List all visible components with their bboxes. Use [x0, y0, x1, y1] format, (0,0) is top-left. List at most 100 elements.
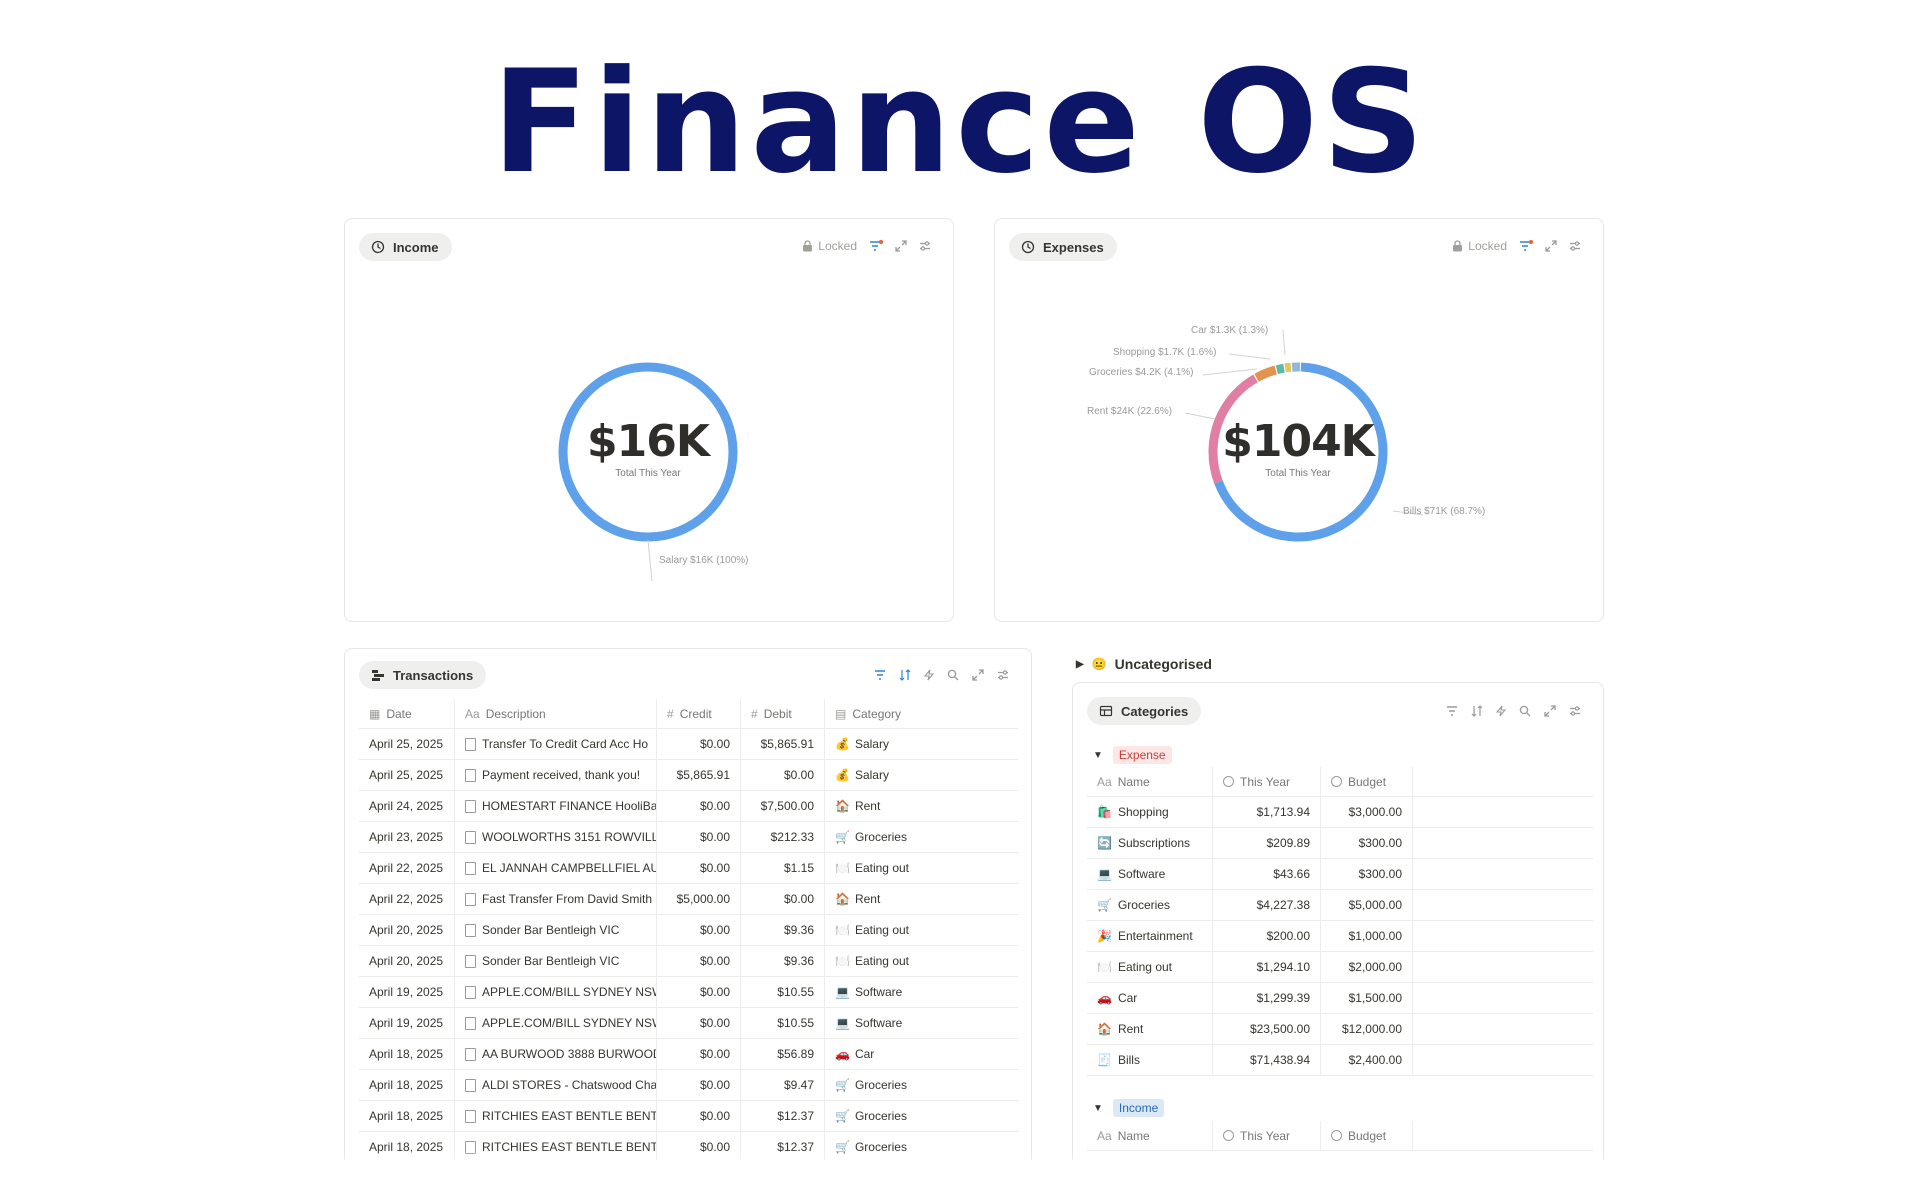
col-header-budget[interactable]: Budget — [1321, 1121, 1413, 1150]
cell-this-year[interactable]: $4,227.38 — [1213, 890, 1321, 920]
cell-credit[interactable]: $0.00 — [657, 915, 741, 945]
table-row[interactable]: April 19, 2025 APPLE.COM/BILL SYDNEY NSW $… — [359, 977, 1019, 1008]
cell-category[interactable]: 💻 Software — [825, 977, 989, 1007]
cell-credit[interactable]: $0.00 — [657, 729, 741, 759]
cell-budget[interactable]: $1,000.00 — [1321, 921, 1413, 951]
table-row[interactable]: 💻 Software $43.66 $300.00 — [1087, 859, 1593, 890]
expand-icon[interactable] — [895, 240, 907, 252]
cell-budget[interactable]: $300.00 — [1321, 828, 1413, 858]
col-header-budget[interactable]: Budget — [1321, 767, 1413, 796]
table-row[interactable]: April 20, 2025 Sonder Bar Bentleigh VIC $0… — [359, 946, 1019, 977]
cell-description[interactable]: APPLE.COM/BILL SYDNEY NSW — [455, 1008, 657, 1038]
settings-sliders-icon[interactable] — [1569, 705, 1581, 717]
search-icon[interactable] — [1519, 705, 1531, 717]
cell-date[interactable]: April 19, 2025 — [359, 1008, 455, 1038]
cell-name[interactable]: 🏠 Rent — [1087, 1014, 1213, 1044]
col-header-date[interactable]: ▦ Date — [359, 699, 455, 728]
table-row[interactable]: April 22, 2025 EL JANNAH CAMPBELLFIEL AU $… — [359, 853, 1019, 884]
sort-icon[interactable] — [899, 669, 911, 681]
cell-category[interactable]: 🛒 Groceries — [825, 1070, 989, 1100]
transactions-view-tab[interactable]: Transactions — [359, 661, 487, 689]
cell-debit[interactable]: $0.00 — [741, 884, 825, 914]
cell-credit[interactable]: $0.00 — [657, 977, 741, 1007]
table-row[interactable]: April 25, 2025 Payment received, thank yo… — [359, 760, 1019, 791]
table-row[interactable]: 🛒 Groceries $4,227.38 $5,000.00 — [1087, 890, 1593, 921]
filter-icon[interactable] — [1446, 705, 1458, 717]
expand-icon[interactable] — [1544, 705, 1556, 717]
cell-budget[interactable]: $300.00 — [1321, 859, 1413, 889]
col-header-debit[interactable]: # Debit — [741, 699, 825, 728]
cell-date[interactable]: April 18, 2025 — [359, 1039, 455, 1069]
table-row[interactable]: April 20, 2025 Sonder Bar Bentleigh VIC $0… — [359, 915, 1019, 946]
settings-sliders-icon[interactable] — [919, 240, 931, 252]
cell-date[interactable]: April 20, 2025 — [359, 915, 455, 945]
cell-this-year[interactable]: $43.66 — [1213, 859, 1321, 889]
cell-debit[interactable]: $9.47 — [741, 1070, 825, 1100]
cell-name[interactable]: 🍽️ Eating out — [1087, 952, 1213, 982]
cell-category[interactable]: 🍽️ Eating out — [825, 946, 989, 976]
cell-credit[interactable]: $5,000.00 — [657, 884, 741, 914]
search-icon[interactable] — [947, 669, 959, 681]
expand-icon[interactable] — [972, 669, 984, 681]
cell-description[interactable]: Transfer To Credit Card Acc Ho — [455, 729, 657, 759]
cell-category[interactable]: 🏠 Rent — [825, 884, 989, 914]
cell-category[interactable]: 🚗 Car — [825, 1039, 989, 1069]
cell-debit[interactable]: $1.15 — [741, 853, 825, 883]
table-row[interactable]: April 23, 2025 WOOLWORTHS 3151 ROWVILL $0.… — [359, 822, 1019, 853]
table-row[interactable]: April 18, 2025 ALDI STORES - Chatswood Ch… — [359, 1070, 1019, 1101]
filter-icon[interactable] — [869, 240, 883, 252]
table-row[interactable]: April 25, 2025 Transfer To Credit Card Ac… — [359, 729, 1019, 760]
cell-debit[interactable]: $10.55 — [741, 977, 825, 1007]
cell-category[interactable]: 🍽️ Eating out — [825, 853, 989, 883]
cell-budget[interactable]: $1,500.00 — [1321, 983, 1413, 1013]
cell-date[interactable]: April 18, 2025 — [359, 1101, 455, 1131]
cell-credit[interactable]: $0.00 — [657, 853, 741, 883]
cell-category[interactable]: 🛒 Groceries — [825, 1101, 989, 1131]
col-header-name[interactable]: Aa Name — [1087, 767, 1213, 796]
income-view-tab[interactable]: Income — [359, 233, 452, 261]
cell-category[interactable]: 💰 Salary — [825, 760, 989, 790]
cell-debit[interactable]: $10.55 — [741, 1008, 825, 1038]
cell-category[interactable]: 💰 Salary — [825, 729, 989, 759]
cell-this-year[interactable]: $200.00 — [1213, 921, 1321, 951]
sort-icon[interactable] — [1471, 705, 1483, 717]
cell-credit[interactable]: $0.00 — [657, 791, 741, 821]
cell-budget[interactable]: $12,000.00 — [1321, 1014, 1413, 1044]
cell-this-year[interactable]: $1,299.39 — [1213, 983, 1321, 1013]
table-row[interactable]: 🛍️ Shopping $1,713.94 $3,000.00 — [1087, 797, 1593, 828]
cell-debit[interactable]: $5,865.91 — [741, 729, 825, 759]
locked-indicator[interactable]: Locked — [802, 239, 857, 253]
cell-category[interactable]: 🍽️ Eating out — [825, 915, 989, 945]
uncategorised-toggle[interactable]: ▶ 😐 Uncategorised — [1076, 656, 1212, 672]
cell-debit[interactable]: $9.36 — [741, 915, 825, 945]
table-row[interactable]: April 18, 2025 AA BURWOOD 3888 BURWOOD $0.… — [359, 1039, 1019, 1070]
cell-description[interactable]: Payment received, thank you! — [455, 760, 657, 790]
cell-credit[interactable]: $0.00 — [657, 946, 741, 976]
col-header-category[interactable]: ▤ Category — [825, 699, 989, 728]
cell-debit[interactable]: $7,500.00 — [741, 791, 825, 821]
cell-date[interactable]: April 25, 2025 — [359, 760, 455, 790]
cell-description[interactable]: Fast Transfer From David Smith — [455, 884, 657, 914]
cell-name[interactable]: 💻 Software — [1087, 859, 1213, 889]
filter-icon[interactable] — [874, 669, 886, 681]
income-group-toggle[interactable]: ▼ Income — [1093, 1099, 1165, 1117]
table-row[interactable]: 🏠 Rent $23,500.00 $12,000.00 — [1087, 1014, 1593, 1045]
cell-budget[interactable]: $2,400.00 — [1321, 1045, 1413, 1075]
settings-sliders-icon[interactable] — [997, 669, 1009, 681]
cell-this-year[interactable]: $1,294.10 — [1213, 952, 1321, 982]
col-header-this-year[interactable]: This Year — [1213, 1121, 1321, 1150]
table-row[interactable]: 🧾 Bills $71,438.94 $2,400.00 — [1087, 1045, 1593, 1076]
categories-view-tab[interactable]: Categories — [1087, 697, 1202, 725]
automation-bolt-icon[interactable] — [924, 669, 934, 681]
cell-credit[interactable]: $0.00 — [657, 1039, 741, 1069]
cell-credit[interactable]: $0.00 — [657, 1101, 741, 1131]
cell-name[interactable]: 🚗 Car — [1087, 983, 1213, 1013]
cell-this-year[interactable]: $1,713.94 — [1213, 797, 1321, 827]
cell-debit[interactable]: $9.36 — [741, 946, 825, 976]
col-header-name[interactable]: Aa Name — [1087, 1121, 1213, 1150]
cell-date[interactable]: April 19, 2025 — [359, 977, 455, 1007]
table-row[interactable]: 🔄 Subscriptions $209.89 $300.00 — [1087, 828, 1593, 859]
cell-budget[interactable]: $3,000.00 — [1321, 797, 1413, 827]
cell-budget[interactable]: $5,000.00 — [1321, 890, 1413, 920]
cell-name[interactable]: 🛍️ Shopping — [1087, 797, 1213, 827]
